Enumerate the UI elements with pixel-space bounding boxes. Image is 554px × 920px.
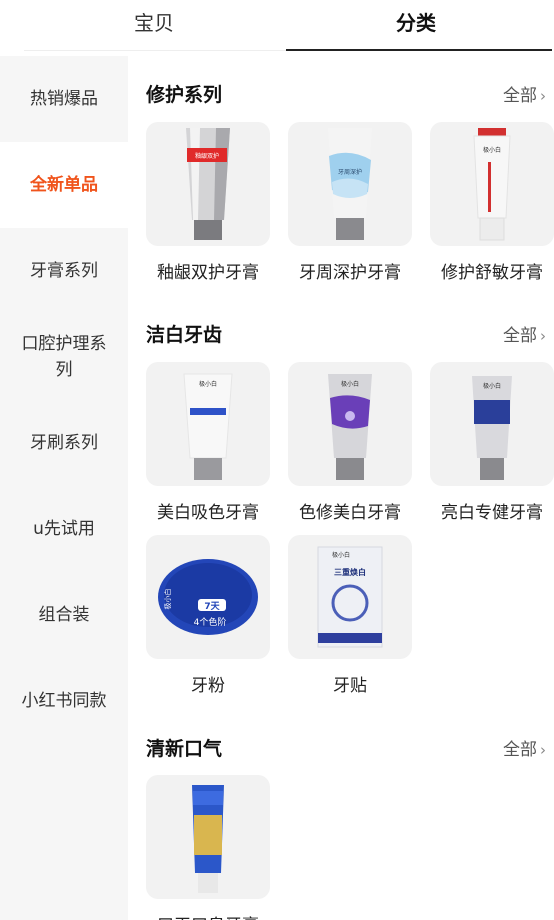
section-header: 修护系列 全部 › <box>146 80 550 110</box>
sidebar-item-toothpaste[interactable]: 牙膏系列 <box>0 228 128 314</box>
product-card[interactable]: 釉龈双护 釉龈双护牙膏 <box>146 122 270 283</box>
section-header: 洁白牙齿 全部 › <box>146 320 550 350</box>
product-name: 亮白专健牙膏 <box>441 503 543 523</box>
view-all-label: 全部 <box>503 86 537 106</box>
product-image: 极小白 <box>288 362 412 486</box>
view-all-label: 全部 <box>503 326 537 346</box>
pack-label: 极小白 <box>332 551 350 559</box>
sidebar-item-xiaohongshu[interactable]: 小红书同款 <box>0 658 128 744</box>
pack-label: 4个色阶 <box>194 616 227 628</box>
product-name: 牙周深护牙膏 <box>299 263 401 283</box>
section-title: 修护系列 <box>146 84 223 106</box>
product-image: 极小白 <box>146 362 270 486</box>
product-card[interactable]: 极小白 三重焕白 牙贴 <box>288 535 412 696</box>
pack-label: 三重焕白 <box>334 567 366 577</box>
top-tab-bar: 宝贝 分类 <box>0 0 554 56</box>
view-all-label: 全部 <box>503 740 537 760</box>
product-card[interactable]: 极小白 7天 4个色阶 牙粉 <box>146 535 270 696</box>
product-card[interactable]: 极小白 色修美白牙膏 <box>288 362 412 523</box>
product-card[interactable]: 口干口臭牙膏 <box>146 775 270 920</box>
section-title: 清新口气 <box>146 738 223 760</box>
pack-label: 极小白 <box>483 382 501 390</box>
sidebar-item-label: 牙刷系列 <box>30 433 98 453</box>
product-card[interactable]: 极小白 美白吸色牙膏 <box>146 362 270 523</box>
sidebar-item-label: 组合装 <box>38 605 90 625</box>
sidebar-item-label: 口腔护理系列 <box>21 334 107 380</box>
chevron-right-icon: › <box>540 87 546 105</box>
view-all-link[interactable]: 全部 › <box>503 81 546 106</box>
pack-label: 7天 <box>204 601 220 612</box>
tab-products[interactable]: 宝贝 <box>84 0 224 50</box>
product-image <box>146 775 270 899</box>
pack-label: 极小白 <box>199 380 217 388</box>
sidebar-item-bundle[interactable]: 组合装 <box>0 572 128 658</box>
pack-label: 极小白 <box>163 589 172 610</box>
category-sidebar: 热销爆品 全新单品 牙膏系列 口腔护理系列 牙刷系列 u先试用 组合装 小红书同… <box>0 56 128 920</box>
sidebar-item-oral-care[interactable]: 口腔护理系列 <box>0 314 128 400</box>
product-image: 釉龈双护 <box>146 122 270 246</box>
sidebar-item-hot[interactable]: 热销爆品 <box>0 56 128 142</box>
sidebar-item-trial[interactable]: u先试用 <box>0 486 128 572</box>
view-all-link[interactable]: 全部 › <box>503 321 546 346</box>
view-all-link[interactable]: 全部 › <box>503 735 546 760</box>
product-card[interactable]: 极小白 修护舒敏牙膏 <box>430 122 554 283</box>
product-name: 牙粉 <box>191 676 225 696</box>
product-card[interactable]: 牙周深护 牙周深护牙膏 <box>288 122 412 283</box>
product-name: 釉龈双护牙膏 <box>157 263 259 283</box>
chevron-right-icon: › <box>540 741 546 759</box>
section-header: 清新口气 全部 › <box>146 734 550 764</box>
pack-label: 极小白 <box>483 146 501 154</box>
product-image: 牙周深护 <box>288 122 412 246</box>
product-name: 色修美白牙膏 <box>299 503 401 523</box>
product-image: 极小白 三重焕白 <box>288 535 412 659</box>
product-name: 牙贴 <box>333 676 367 696</box>
pack-label: 极小白 <box>341 380 359 388</box>
sidebar-item-label: 牙膏系列 <box>30 261 98 281</box>
tab-divider <box>24 50 286 51</box>
sidebar-item-label: 小红书同款 <box>21 691 107 711</box>
product-name: 修护舒敏牙膏 <box>441 263 543 283</box>
sidebar-item-label: 全新单品 <box>30 175 98 195</box>
tab-categories[interactable]: 分类 <box>346 0 486 50</box>
product-image: 极小白 7天 4个色阶 <box>146 535 270 659</box>
sidebar-item-toothbrush[interactable]: 牙刷系列 <box>0 400 128 486</box>
sidebar-item-label: u先试用 <box>33 519 95 539</box>
pack-label: 牙周深护 <box>338 168 362 176</box>
product-image: 极小白 <box>430 122 554 246</box>
product-name: 口干口臭牙膏 <box>140 911 276 920</box>
chevron-right-icon: › <box>540 327 546 345</box>
section-title: 洁白牙齿 <box>146 324 223 346</box>
active-tab-indicator <box>286 49 552 51</box>
sidebar-item-label: 热销爆品 <box>30 89 98 109</box>
pack-label: 釉龈双护 <box>195 152 219 160</box>
product-name: 美白吸色牙膏 <box>157 503 259 523</box>
category-content: 修护系列 全部 › 釉龈双护 釉龈双护牙膏 牙周深护 牙周深护牙膏 极小白 修护… <box>128 56 554 920</box>
product-image: 极小白 <box>430 362 554 486</box>
product-card[interactable]: 极小白 亮白专健牙膏 <box>430 362 554 523</box>
sidebar-item-new[interactable]: 全新单品 <box>0 142 128 228</box>
